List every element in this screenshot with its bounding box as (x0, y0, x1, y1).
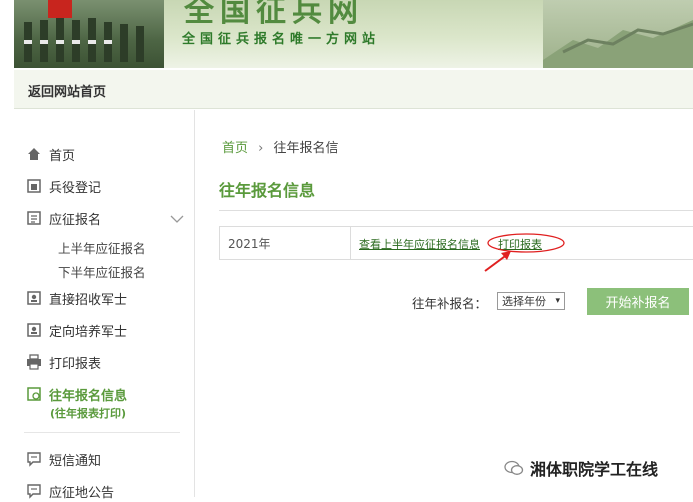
sidebar-item-label: 短信通知 (49, 453, 102, 469)
great-wall-image (543, 0, 693, 68)
wechat-icon (504, 460, 524, 475)
soldiers-image (14, 0, 164, 68)
flag (48, 0, 72, 18)
sidebar-item-label: 打印报表 (49, 356, 102, 372)
sidebar-item-sms[interactable]: 短信通知 (26, 448, 101, 470)
sidebar-item-label: 定向培养军士 (49, 324, 128, 340)
sidebar-item-directed-sergeant[interactable]: 定向培养军士 (26, 319, 127, 341)
sidebar-item-registration[interactable]: 兵役登记 (26, 175, 101, 197)
watermark: 湘体职院学工在线 (504, 455, 658, 481)
banner-title: 全国征兵网 (184, 0, 364, 29)
back-home-link[interactable]: 返回网站首页 (28, 81, 106, 100)
sidebar-item-label: 兵役登记 (49, 180, 102, 196)
site-banner: 全国征兵网 全国征兵报名唯一方网站 (14, 0, 693, 68)
sidebar-item-home[interactable]: 首页 (26, 143, 75, 165)
chevron-down-icon[interactable] (170, 214, 184, 224)
chevron-down-icon: ▾ (555, 296, 560, 306)
message-icon (27, 452, 41, 467)
form-icon (27, 211, 41, 225)
sidebar-item-direct-sergeant[interactable]: 直接招收军士 (26, 287, 127, 309)
breadcrumb-current: 往年报名信 (273, 141, 339, 156)
page-title: 往年报名信息 (219, 181, 316, 200)
sidebar-subitem-first-half[interactable]: 上半年应征报名 (58, 238, 146, 257)
start-makeup-button[interactable]: 开始补报名 (587, 288, 689, 315)
sidebar-subitem-second-half[interactable]: 下半年应征报名 (58, 262, 146, 281)
sidebar-item-label: 往年报名信息 (49, 388, 128, 404)
sidebar-item-label: 首页 (49, 148, 76, 164)
id-card-icon (27, 323, 41, 337)
printer-icon (27, 354, 41, 370)
sidebar-item-label: 应征地公告 (49, 485, 115, 501)
view-first-half-link[interactable]: 查看上半年应征报名信息 (359, 236, 480, 252)
breadcrumb-home[interactable]: 首页 (222, 141, 248, 156)
print-report-link[interactable]: 打印报表 (498, 236, 542, 252)
watermark-text: 湘体职院学工在线 (530, 460, 659, 479)
sidebar-item-history[interactable]: 往年报名信息 (26, 383, 127, 405)
year-select-value: 选择年份 (502, 295, 546, 308)
sidebar: 首页 兵役登记 应征报名 上半年应征报名 下半年应征报名 直接招收军士 定向培养… (14, 110, 195, 501)
title-divider (219, 210, 693, 211)
id-card-icon (27, 291, 41, 305)
banner-subtitle: 全国征兵报名唯一方网站 (182, 32, 381, 47)
sidebar-item-history-sublabel: (往年报表打印) (50, 407, 127, 420)
home-icon (28, 148, 40, 160)
sidebar-item-label: 直接招收军士 (49, 292, 128, 308)
sidebar-item-notice[interactable]: 应征地公告 (26, 480, 114, 502)
breadcrumb-separator: › (258, 141, 264, 156)
top-nav: 返回网站首页 (14, 70, 693, 109)
sidebar-item-label: 应征报名 (49, 212, 102, 228)
year-value: 2021年 (228, 237, 271, 251)
registration-icon (27, 179, 41, 193)
sidebar-item-enlist[interactable]: 应征报名 (26, 207, 101, 229)
year-cell: 2021年 (220, 227, 351, 259)
makeup-label: 往年补报名： (412, 296, 488, 311)
history-icon (27, 387, 41, 401)
record-table: 2021年 查看上半年应征报名信息 打印报表 (219, 226, 693, 260)
year-select[interactable]: 选择年份 ▾ (497, 292, 565, 310)
sidebar-item-print[interactable]: 打印报表 (26, 351, 101, 373)
breadcrumb: 首页 › 往年报名信 (222, 137, 339, 156)
sidebar-divider (24, 432, 180, 433)
